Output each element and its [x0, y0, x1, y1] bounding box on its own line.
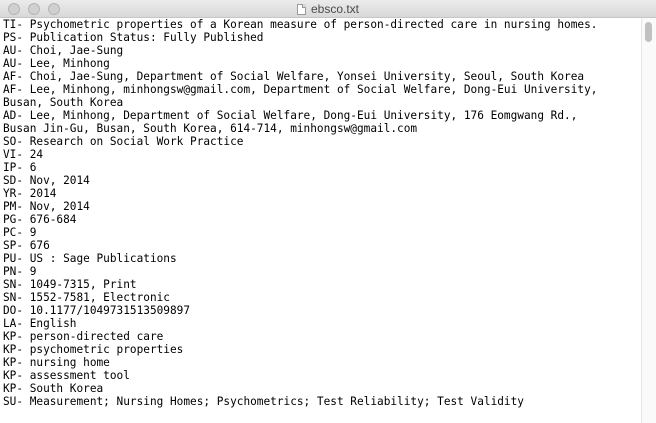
- text-line: YR- 2014: [3, 187, 57, 200]
- text-line: VI- 24: [3, 148, 44, 161]
- text-line: SP- 676: [3, 239, 50, 252]
- text-line: AU- Choi, Jae-Sung: [3, 44, 124, 57]
- text-line: AD- Lee, Minhong, Department of Social W…: [3, 109, 578, 122]
- window-title: ebsco.txt: [310, 2, 360, 16]
- title-bar: ebsco.txt: [0, 0, 656, 18]
- text-line: LA- English: [3, 317, 77, 330]
- document-text-area[interactable]: TI- Psychometric properties of a Korean …: [0, 18, 640, 423]
- text-line: Busan, South Korea: [3, 96, 124, 109]
- text-line: IP- 6: [3, 161, 37, 174]
- text-line: PG- 676-684: [3, 213, 77, 226]
- text-line: KP- assessment tool: [3, 369, 130, 382]
- window-title-area: ebsco.txt: [0, 0, 656, 18]
- text-line: Busan Jin-Gu, Busan, South Korea, 614-71…: [3, 122, 418, 135]
- text-line: KP- psychometric properties: [3, 343, 184, 356]
- close-window-button[interactable]: [8, 3, 20, 15]
- text-line: SU- Measurement; Nursing Homes; Psychome…: [3, 395, 524, 408]
- text-line: KP- South Korea: [3, 382, 104, 395]
- text-line: KP- nursing home: [3, 356, 110, 369]
- text-editor-window: ebsco.txt TI- Psychometric properties of…: [0, 0, 656, 423]
- text-line: TI- Psychometric properties of a Korean …: [3, 18, 598, 31]
- text-line: SO- Research on Social Work Practice: [3, 135, 244, 148]
- text-line: AU- Lee, Minhong: [3, 57, 110, 70]
- text-line: PM- Nov, 2014: [3, 200, 90, 213]
- text-line: PS- Publication Status: Fully Published: [3, 31, 264, 44]
- text-line: KP- person-directed care: [3, 330, 164, 343]
- minimize-window-button[interactable]: [28, 3, 40, 15]
- vertical-scrollbar[interactable]: [641, 18, 656, 423]
- text-line: PU- US : Sage Publications: [3, 252, 177, 265]
- text-line: PC- 9: [3, 226, 37, 239]
- zoom-window-button[interactable]: [48, 3, 60, 15]
- text-line: SN- 1552-7581, Electronic: [3, 291, 170, 304]
- text-line: PN- 9: [3, 265, 37, 278]
- text-line: SN- 1049-7315, Print: [3, 278, 137, 291]
- text-line: AF- Lee, Minhong, minhongsw@gmail.com, D…: [3, 83, 598, 96]
- text-document-icon: [296, 3, 306, 15]
- text-line: SD- Nov, 2014: [3, 174, 90, 187]
- text-line: DO- 10.1177/1049731513509897: [3, 304, 191, 317]
- scrollbar-thumb[interactable]: [645, 22, 652, 42]
- text-line: AF- Choi, Jae-Sung, Department of Social…: [3, 70, 585, 83]
